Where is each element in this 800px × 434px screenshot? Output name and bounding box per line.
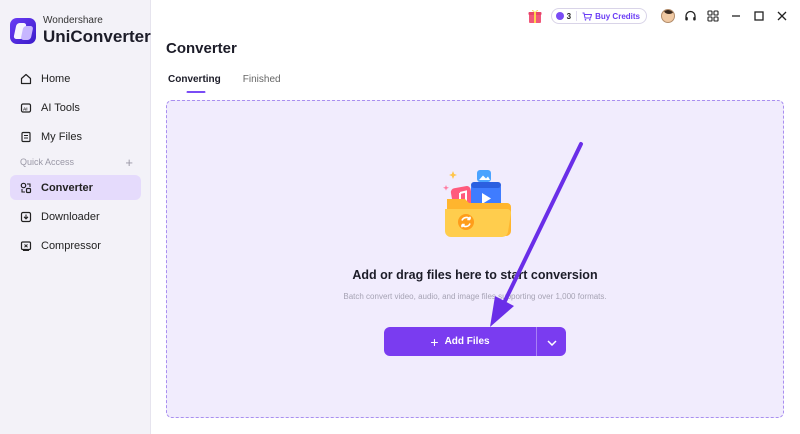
sidebar-item-label: AI Tools (41, 101, 80, 114)
coin-icon (555, 12, 564, 20)
dropzone-subtitle: Batch convert video, audio, and image fi… (343, 292, 607, 301)
credits-pill[interactable]: 3 Buy Credits (550, 8, 647, 24)
sidebar-nav: Home AI AI Tools My Files Quick Access +… (10, 66, 141, 262)
converter-tabs: Converting Finished (168, 74, 303, 93)
minimize-icon[interactable] (728, 8, 744, 24)
home-icon (20, 73, 32, 85)
sidebar-item-label: Converter (41, 181, 93, 194)
credit-count: 3 (566, 11, 572, 21)
cart-icon (582, 12, 593, 21)
add-files-button-group: + Add Files (384, 327, 566, 356)
svg-text:AI: AI (23, 106, 28, 111)
pill-divider (576, 11, 578, 21)
add-files-dropdown-button[interactable] (536, 327, 566, 356)
add-files-label: Add Files (444, 336, 490, 347)
downloader-icon (20, 211, 32, 223)
sidebar-item-label: Home (41, 72, 71, 85)
sidebar-item-home[interactable]: Home (10, 66, 141, 91)
sidebar-item-downloader[interactable]: Downloader (10, 204, 141, 229)
converter-icon (20, 182, 32, 194)
dropzone-title: Add or drag files here to start conversi… (352, 268, 598, 282)
compressor-icon (20, 240, 32, 252)
page-title: Converter (166, 40, 237, 57)
app-logo: Wondershare UniConverter (10, 16, 151, 45)
add-files-button[interactable]: + Add Files (384, 327, 536, 356)
folder-media-illustration-icon (441, 165, 517, 243)
avatar[interactable] (661, 9, 675, 23)
quick-access-header: Quick Access + (10, 153, 141, 171)
sidebar-item-compressor[interactable]: Compressor (10, 233, 141, 258)
quick-access-label: Quick Access (20, 157, 75, 167)
sidebar-item-label: My Files (41, 130, 82, 143)
tab-finished[interactable]: Finished (243, 74, 281, 85)
ai-tools-icon: AI (20, 102, 32, 114)
sidebar-item-ai-tools[interactable]: AI AI Tools (10, 95, 141, 120)
chevron-down-icon (546, 333, 557, 351)
sidebar-item-my-files[interactable]: My Files (10, 124, 141, 149)
sidebar: Wondershare UniConverter Home AI AI Tool… (0, 0, 151, 434)
brand-name: Wondershare (43, 15, 103, 26)
headset-icon[interactable] (682, 8, 698, 24)
add-quick-access-icon[interactable]: + (125, 155, 133, 170)
plus-icon: + (430, 333, 439, 350)
close-icon[interactable] (774, 8, 790, 24)
gift-icon[interactable] (527, 8, 543, 24)
my-files-icon (20, 131, 32, 143)
uniconverter-logo-icon (10, 17, 36, 44)
product-name: UniConverter (43, 27, 151, 46)
title-bar: 3 Buy Credits (527, 6, 790, 26)
grid-menu-icon[interactable] (705, 8, 721, 24)
buy-credits-link[interactable]: Buy Credits (595, 12, 640, 21)
sidebar-item-label: Compressor (41, 239, 101, 252)
sidebar-item-label: Downloader (41, 210, 100, 223)
maximize-icon[interactable] (751, 8, 767, 24)
sidebar-item-converter[interactable]: Converter (10, 175, 141, 200)
tab-converting[interactable]: Converting (168, 74, 221, 93)
file-dropzone[interactable]: Add or drag files here to start conversi… (166, 100, 784, 418)
